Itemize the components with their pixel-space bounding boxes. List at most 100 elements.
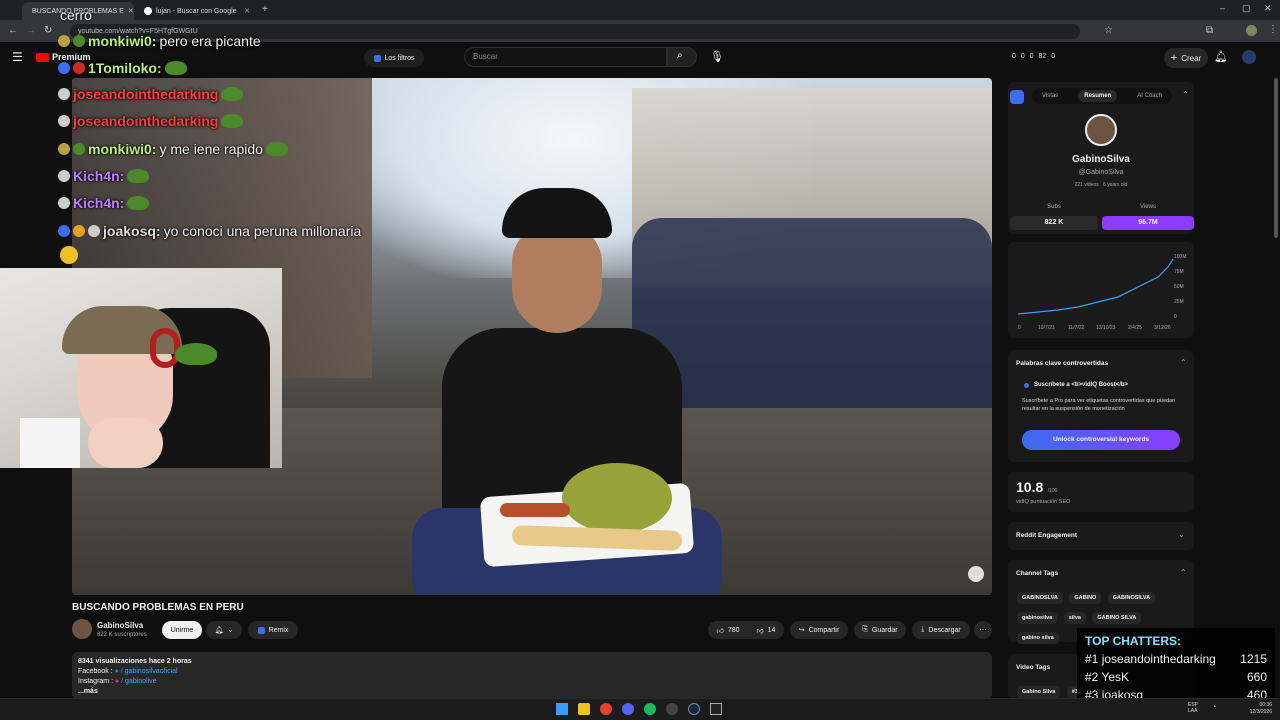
emoji-reaction-icon[interactable] bbox=[968, 566, 984, 582]
chat-overlay: monkiwi0: pero era picante 1Tomiloko: jo… bbox=[58, 0, 388, 268]
chatter-rank: #1 bbox=[1085, 652, 1099, 666]
tab-ai-coach[interactable]: AI Coach bbox=[1137, 93, 1162, 99]
page-scrollbar[interactable] bbox=[1274, 78, 1278, 238]
join-button[interactable]: Unirme bbox=[162, 621, 202, 639]
unlock-keywords-button[interactable]: Unlock controversial keywords bbox=[1022, 430, 1180, 450]
video-description[interactable]: 8341 visualizaciones hace 2 horas Facebo… bbox=[72, 652, 992, 700]
tag-pill[interactable]: GABINOSILVA bbox=[1107, 592, 1156, 604]
x-tick: 3/12/26 bbox=[1154, 325, 1171, 331]
download-icon: ⤓ bbox=[921, 626, 925, 633]
emote-icon bbox=[60, 246, 78, 264]
vidiq-channel-name: GabinoSilva bbox=[1072, 154, 1130, 165]
views-line: 8341 visualizaciones hace 2 horas bbox=[78, 658, 192, 665]
like-button[interactable]: 👍︎ 780 bbox=[708, 621, 748, 639]
maximize-icon[interactable]: ▢ bbox=[1242, 3, 1251, 14]
tab-vistas[interactable]: Vistas bbox=[1042, 93, 1058, 99]
profile-avatar[interactable] bbox=[1246, 25, 1257, 36]
video-tags-title: Video Tags bbox=[1016, 664, 1051, 671]
collapse-chevron-icon[interactable]: ⌃ bbox=[1180, 358, 1187, 367]
notifications-bell-icon[interactable]: 🔔︎ bbox=[1214, 50, 1228, 63]
tag-pill[interactable]: Gabino Silva bbox=[1017, 686, 1061, 698]
steam-icon[interactable] bbox=[688, 703, 700, 715]
thumbs-down-icon: 👎︎ bbox=[756, 627, 764, 635]
tag-pill[interactable]: gabinosilva bbox=[1017, 612, 1058, 624]
collapse-chevron-icon[interactable]: ⌃ bbox=[1182, 90, 1189, 99]
chat-message: y me iene rapido bbox=[159, 141, 263, 157]
vidiq-logo-icon bbox=[1010, 90, 1024, 104]
keywords-promo-body: Suscríbete a Pro para ver etiquetas cont… bbox=[1022, 398, 1176, 412]
download-button[interactable]: ⤓ Descargar bbox=[912, 621, 970, 639]
subscribe-bell-button[interactable]: 🔔︎ ⌄ bbox=[206, 621, 242, 639]
expand-chevron-icon[interactable]: ⌄ bbox=[1178, 530, 1185, 539]
window-close-icon[interactable]: ✕ bbox=[1264, 3, 1272, 14]
hamburger-menu-icon[interactable]: ☰ bbox=[12, 50, 23, 64]
reddit-engagement-card[interactable]: Reddit Engagement ⌄ bbox=[1008, 522, 1194, 550]
tag-pill[interactable]: silva bbox=[1063, 612, 1086, 624]
keywords-promo-title: Suscríbete a <b>vidIQ Boost</b> bbox=[1034, 382, 1129, 388]
tag-pill[interactable]: GABINOSLVA bbox=[1017, 592, 1063, 604]
file-explorer-icon[interactable] bbox=[578, 703, 590, 715]
pepe-emote-icon bbox=[221, 87, 244, 101]
collapse-chevron-icon[interactable]: ⌃ bbox=[1180, 568, 1187, 577]
views-value: 96.7M bbox=[1102, 216, 1194, 230]
chat-badge-icon bbox=[58, 115, 70, 127]
spotify-icon[interactable] bbox=[644, 703, 656, 715]
pepe-emote-icon bbox=[127, 196, 150, 210]
seo-score-card: 10.8 /100 vidIQ puntuación SEO bbox=[1008, 472, 1194, 512]
vidiq-stats: 0 0 0 82 0 bbox=[1012, 53, 1056, 60]
facebook-link[interactable]: / gabinosilvaoficial bbox=[121, 668, 178, 675]
chat-user: joseandointhedarking bbox=[73, 86, 219, 102]
tag-pill[interactable]: GABINO SILVA bbox=[1092, 612, 1142, 624]
discord-icon[interactable] bbox=[622, 703, 634, 715]
chatter-name: YesK bbox=[1101, 670, 1130, 684]
tag-pill[interactable]: GABINO bbox=[1069, 592, 1102, 604]
chrome-icon[interactable] bbox=[600, 703, 612, 715]
menu-dots-icon[interactable]: ⋮ bbox=[1268, 24, 1278, 35]
channel-name[interactable]: GabinoSilva bbox=[97, 621, 143, 630]
plus-icon: + bbox=[1170, 52, 1178, 64]
chat-user: monkiwi0: bbox=[88, 141, 157, 157]
extensions-icon[interactable]: ⧉ bbox=[1206, 25, 1213, 36]
facebook-icon: ● bbox=[114, 668, 119, 675]
create-label: Crear bbox=[1181, 53, 1202, 63]
epic-games-icon[interactable] bbox=[710, 703, 722, 715]
seo-score-max: /100 bbox=[1047, 488, 1058, 494]
tag-pill[interactable]: gabino silva bbox=[1017, 632, 1059, 644]
chat-line: 1Tomiloko: bbox=[58, 60, 187, 76]
search-input[interactable]: Buscar bbox=[464, 47, 667, 67]
windows-start-icon[interactable] bbox=[556, 703, 568, 715]
create-button[interactable]: + Crear bbox=[1164, 48, 1208, 68]
forward-icon[interactable]: → bbox=[26, 25, 36, 36]
chatter-name: joseandointhedarking bbox=[1101, 652, 1216, 666]
search-button[interactable]: ⌕ bbox=[667, 47, 697, 67]
minimize-icon[interactable]: – bbox=[1220, 3, 1225, 13]
obs-icon[interactable] bbox=[666, 703, 678, 715]
bookmark-star-icon[interactable]: ☆ bbox=[1104, 25, 1113, 36]
facebook-label: Facebook : bbox=[78, 668, 113, 675]
dislike-button[interactable]: 👎︎ 14 bbox=[748, 621, 784, 639]
microphone-icon[interactable]: 🎙︎ bbox=[710, 50, 724, 63]
instagram-link[interactable]: / gabinolive bbox=[121, 678, 156, 685]
account-avatar[interactable] bbox=[1242, 50, 1256, 64]
more-actions-button[interactable]: ⋯ bbox=[974, 621, 992, 639]
save-button[interactable]: ⎘ Guardar bbox=[854, 621, 906, 639]
chatter-count: 660 bbox=[1246, 670, 1267, 684]
language-indicator[interactable]: ESP LAA bbox=[1188, 702, 1204, 714]
wifi-icon[interactable]: ◔ bbox=[1212, 704, 1216, 711]
pepe-emote-icon bbox=[265, 142, 288, 156]
back-icon[interactable]: ← bbox=[8, 25, 18, 36]
views-label: Views bbox=[1140, 204, 1156, 210]
reload-icon[interactable]: ↻ bbox=[44, 25, 52, 36]
tab-resumen[interactable]: Resumen bbox=[1078, 90, 1118, 102]
remix-button[interactable]: Remix bbox=[248, 621, 298, 639]
channel-avatar[interactable] bbox=[72, 619, 92, 639]
y-tick: 50M bbox=[1174, 284, 1184, 290]
controversial-keywords-card: Palabras clave controvertidas ⌃ Suscríbe… bbox=[1008, 350, 1194, 462]
clock[interactable]: 00:36 12/3/2026 bbox=[1238, 702, 1272, 716]
more-link[interactable]: ...más bbox=[78, 687, 986, 697]
chat-user: Kich4n: bbox=[73, 168, 125, 184]
chat-message: pero era picante bbox=[159, 33, 261, 49]
vidiq-tab-bar: Vistas Resumen AI Coach bbox=[1032, 88, 1172, 104]
share-button[interactable]: ↪ Compartir bbox=[790, 621, 848, 639]
chat-badge-icon bbox=[73, 225, 85, 237]
